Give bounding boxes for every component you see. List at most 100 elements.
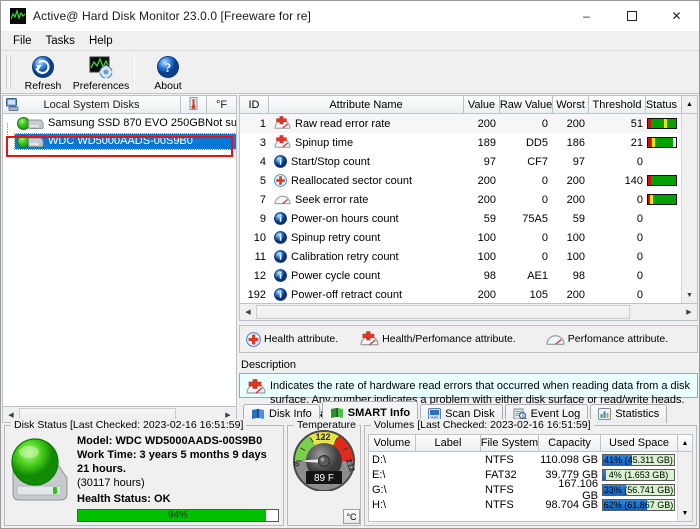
smart-header-id[interactable]: ID (239, 95, 269, 114)
close-button[interactable]: ✕ (654, 1, 699, 31)
volumes-vscrollbar[interactable]: ▼ (677, 452, 692, 521)
smart-cell-worst: 59 (554, 213, 590, 225)
disk-list-header-name[interactable]: Local System Disks (2, 95, 181, 114)
toolbar-grip[interactable] (5, 53, 12, 91)
volume-cell-filesystem: NTFS (482, 454, 540, 466)
volume-cell-used-space: 4% (1.653 GB) (602, 469, 677, 481)
smart-row[interactable]: 5Reallocated sector count2000200140 (240, 171, 681, 190)
smart-cell-raw-value: 0 (501, 118, 554, 130)
smart-row[interactable]: 4Start/Stop count97CF7970 (240, 152, 681, 171)
smart-header-raw-value[interactable]: Raw Value (500, 95, 553, 114)
volumes-header-volume[interactable]: Volume (368, 434, 416, 452)
menu-bar: File Tasks Help (1, 31, 699, 51)
smart-header-attribute[interactable]: Attribute Name (269, 95, 464, 114)
smart-attribute-label: Spinup time (295, 137, 353, 149)
smart-row[interactable]: 12Power cycle count98AE1980 (240, 266, 681, 285)
smart-cell-value: 200 (465, 194, 501, 206)
smart-vscrollbar[interactable]: ▼ (681, 114, 697, 303)
smart-cell-value: 200 (465, 289, 501, 301)
information-icon (274, 250, 287, 263)
legend-item-0: Health attribute. (246, 332, 338, 347)
smart-cell-raw-value: 0 (501, 175, 554, 187)
volumes-header-label[interactable]: Label (416, 434, 481, 452)
disk-list-item-0[interactable]: Samsung SSD 870 EVO 250GB Not suppo (3, 114, 236, 132)
smart-cell-threshold: 0 (590, 232, 647, 244)
smart-cell-worst: 200 (554, 118, 590, 130)
smart-grid-body: 1Raw read error rate2000200513Spinup tim… (239, 114, 698, 304)
disk-list-item-1[interactable]: WDC WD5000AADS-00S9B0 (3, 132, 236, 150)
smart-cell-id: 4 (240, 156, 270, 168)
used-space-label: 62% (61.867 GB) (603, 500, 674, 510)
used-space-bar: 41% (45.311 GB) (602, 454, 675, 466)
volumes-header-capacity[interactable]: Capacity (539, 434, 601, 452)
scroll-down-icon[interactable]: ▼ (678, 506, 692, 521)
hard-disk-icon (27, 135, 45, 148)
information-icon (274, 269, 287, 282)
about-icon: ? (156, 55, 180, 79)
volume-row[interactable]: G:\NTFS167.106 GB33% (56.741 GB) (369, 482, 677, 497)
smart-row[interactable]: 192Power-off retract count2001052000 (240, 285, 681, 304)
celsius-toggle-button[interactable]: °C (343, 509, 360, 524)
smart-attribute-label: Spinup retry count (291, 232, 380, 244)
smart-cell-status (647, 194, 681, 205)
disk-list-header-unit[interactable]: °F (207, 95, 237, 114)
window-title: Active@ Hard Disk Monitor 23.0.0 [Freewa… (33, 9, 311, 23)
about-button[interactable]: ? About (139, 53, 197, 93)
smart-cell-threshold: 51 (590, 118, 647, 130)
smart-cell-worst: 97 (554, 156, 590, 168)
model-label: Model: (77, 435, 112, 447)
vscroll-track[interactable] (678, 452, 692, 506)
smart-row[interactable]: 11Calibration retry count10001000 (240, 247, 681, 266)
disk-list-body: Samsung SSD 870 EVO 250GB Not suppo (2, 114, 237, 407)
menu-tasks[interactable]: Tasks (39, 33, 82, 49)
smart-scroll-up-icon[interactable]: ▲ (682, 95, 698, 114)
smart-row[interactable]: 3Spinup time189DD518621 (240, 133, 681, 152)
used-space-label: 41% (45.311 GB) (603, 455, 674, 465)
smart-header-value[interactable]: Value (464, 95, 500, 114)
tab-label: SMART Info (348, 407, 410, 419)
hscroll-thumb[interactable] (256, 305, 630, 319)
scroll-right-icon[interactable]: ▶ (681, 305, 697, 319)
worktime-row: Work Time: 3 years 5 months 9 days 21 ho… (77, 448, 279, 476)
performance-icon (274, 193, 291, 206)
minimize-button[interactable]: – (564, 1, 609, 31)
smart-cell-id: 10 (240, 232, 270, 244)
preferences-button[interactable]: Preferences (72, 53, 130, 93)
smart-cell-threshold: 140 (590, 175, 647, 187)
smart-row[interactable]: 10Spinup retry count10001000 (240, 228, 681, 247)
volume-row[interactable]: H:\NTFS98.704 GB62% (61.867 GB) (369, 497, 677, 512)
title-bar: Active@ Hard Disk Monitor 23.0.0 [Freewa… (1, 1, 699, 31)
volumes-header-used-space[interactable]: Used Space (601, 434, 678, 452)
volume-row[interactable]: D:\NTFS110.098 GB41% (45.311 GB) (369, 452, 677, 467)
tab-statistics[interactable]: Statistics (590, 404, 667, 423)
smart-cell-worst: 100 (554, 232, 590, 244)
scroll-left-icon[interactable]: ◀ (240, 305, 256, 319)
legend-item-label: Health/Perfomance attribute. (382, 333, 516, 345)
smart-row[interactable]: 7Seek error rate20002000 (240, 190, 681, 209)
tree-line (7, 123, 15, 132)
smart-attribute-label: Power-off retract count (291, 289, 402, 301)
smart-cell-worst: 98 (554, 270, 590, 282)
description-caption: Description (239, 359, 698, 371)
smart-header-threshold[interactable]: Threshold (589, 95, 646, 114)
volumes-scroll-up-icon[interactable]: ▲ (678, 434, 693, 452)
disk-list-header-temp[interactable] (181, 95, 207, 114)
scroll-down-icon[interactable]: ▼ (682, 287, 697, 303)
volumes-header-file-system[interactable]: File System (481, 434, 539, 452)
smart-row[interactable]: 9Power-on hours count5975A5590 (240, 209, 681, 228)
legend-item-1: Health/Perfomance attribute. (360, 331, 516, 348)
status-bar (647, 175, 677, 186)
smart-header-worst[interactable]: Worst (553, 95, 589, 114)
maximize-button[interactable] (609, 1, 654, 31)
smart-cell-id: 5 (240, 175, 270, 187)
menu-help[interactable]: Help (82, 33, 120, 49)
menu-file[interactable]: File (6, 33, 39, 49)
vscroll-track[interactable] (682, 114, 697, 287)
used-space-label: 4% (1.653 GB) (603, 470, 674, 480)
refresh-button[interactable]: Refresh (14, 53, 72, 93)
volume-row[interactable]: E:\FAT3239.779 GB4% (1.653 GB) (369, 467, 677, 482)
hscroll-track[interactable] (256, 305, 681, 319)
smart-header-status[interactable]: Status (646, 95, 682, 114)
smart-row[interactable]: 1Raw read error rate200020051 (240, 114, 681, 133)
smart-hscrollbar[interactable]: ◀ ▶ (239, 304, 698, 321)
